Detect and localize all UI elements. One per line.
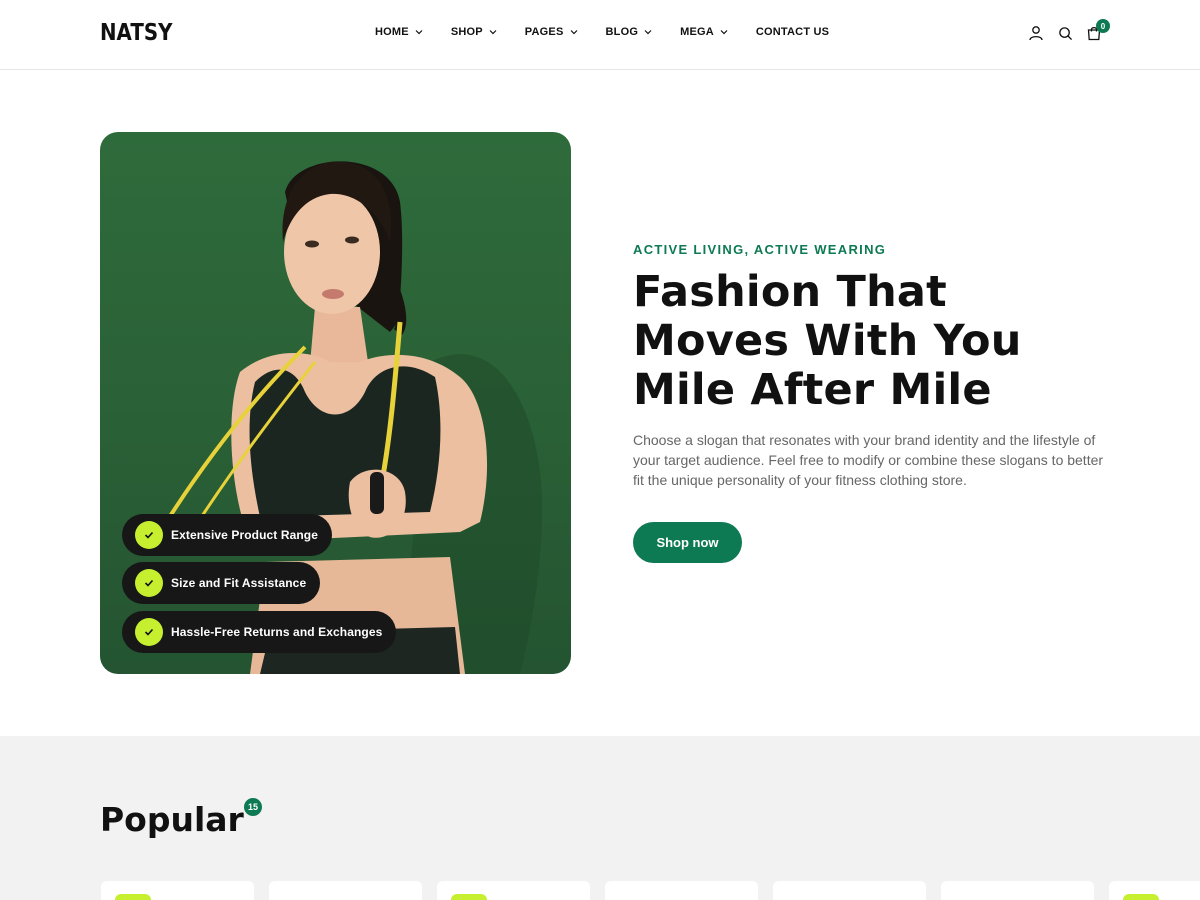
chevron-down-icon <box>415 30 423 35</box>
user-icon <box>1029 26 1043 41</box>
check-icon <box>135 618 163 646</box>
headline-line: Fashion That <box>633 267 947 317</box>
cart-count-badge: 0 <box>1096 19 1110 33</box>
cart-button[interactable]: 0 <box>1085 19 1110 42</box>
search-button[interactable] <box>1056 24 1074 42</box>
popular-count-badge: 15 <box>244 798 262 816</box>
main-nav: HOME SHOP PAGES BLOG MEGA CONTACT US <box>375 26 829 38</box>
nav-item-shop[interactable]: SHOP <box>451 26 498 38</box>
feature-badge: Extensive Product Range <box>122 514 333 556</box>
sale-tag <box>1123 894 1159 900</box>
product-card[interactable] <box>773 881 926 900</box>
feature-label: Size and Fit Assistance <box>171 576 307 590</box>
header-icons: 0 <box>1027 19 1110 42</box>
sale-tag <box>451 894 487 900</box>
hero-eyebrow: ACTIVE LIVING, ACTIVE WEARING <box>633 242 887 257</box>
chevron-down-icon <box>570 30 577 35</box>
nav-item-label: CONTACT US <box>755 26 830 38</box>
nav-item-label: MEGA <box>680 26 714 38</box>
product-card[interactable] <box>437 881 590 900</box>
feature-badge: Hassle-Free Returns and Exchanges <box>122 611 397 653</box>
nav-item-home[interactable]: HOME <box>375 26 424 38</box>
site-header: NATSY HOME SHOP PAGES BLOG MEGA CONTACT … <box>0 0 1200 70</box>
chevron-down-icon <box>489 30 497 35</box>
check-icon <box>135 521 163 549</box>
feature-label: Hassle-Free Returns and Exchanges <box>171 625 383 639</box>
nav-item-mega[interactable]: MEGA <box>680 26 729 38</box>
chevron-down-icon <box>644 30 652 35</box>
account-button[interactable] <box>1027 24 1045 42</box>
headline-line: Moves With You <box>633 316 1022 366</box>
headline-line: Mile After Mile <box>633 365 992 415</box>
product-card[interactable] <box>101 881 254 900</box>
feature-badge: Size and Fit Assistance <box>122 562 321 604</box>
sale-tag <box>115 894 151 900</box>
product-cards <box>101 881 1200 900</box>
nav-item-contact-us[interactable]: CONTACT US <box>756 26 829 38</box>
nav-item-label: PAGES <box>524 26 564 38</box>
hero-description: Choose a slogan that resonates with your… <box>633 432 1104 488</box>
shop-now-button[interactable]: Shop now <box>633 522 742 563</box>
product-card[interactable] <box>941 881 1094 900</box>
nav-item-label: BLOG <box>605 26 639 38</box>
logo[interactable]: NATSY <box>100 20 172 46</box>
nav-item-pages[interactable]: PAGES <box>525 26 579 38</box>
nav-item-label: HOME <box>375 26 409 38</box>
product-card[interactable] <box>605 881 758 900</box>
nav-item-label: SHOP <box>450 26 483 38</box>
hero-headline: Fashion That Moves With You Mile After M… <box>633 268 1103 415</box>
popular-title: Popular <box>100 800 244 839</box>
check-icon <box>135 569 163 597</box>
search-icon <box>1058 26 1072 40</box>
product-card[interactable] <box>1109 881 1200 900</box>
popular-section: Popular 15 <box>0 736 1200 900</box>
feature-label: Extensive Product Range <box>171 528 319 542</box>
chevron-down-icon <box>720 30 728 35</box>
nav-item-blog[interactable]: BLOG <box>606 26 654 38</box>
product-card[interactable] <box>269 881 422 900</box>
